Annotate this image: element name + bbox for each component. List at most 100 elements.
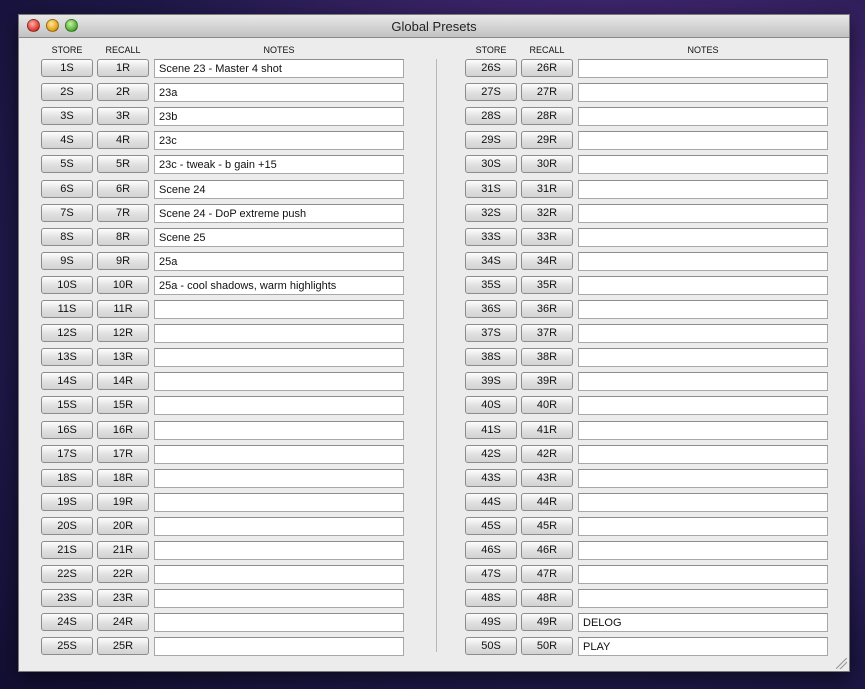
store-button[interactable]: 16S [41, 420, 93, 439]
notes-field[interactable] [578, 516, 828, 536]
store-button[interactable]: 13S [41, 348, 93, 367]
store-button[interactable]: 1S [41, 59, 93, 77]
recall-button[interactable]: 42R [521, 444, 573, 463]
store-button[interactable]: 3S [41, 107, 93, 126]
notes-field[interactable]: 25a - cool shadows, warm highlights [154, 275, 404, 295]
recall-button[interactable]: 18R [97, 468, 149, 487]
store-button[interactable]: 34S [465, 251, 517, 270]
recall-button[interactable]: 46R [521, 541, 573, 559]
store-button[interactable]: 47S [465, 565, 517, 584]
notes-field[interactable] [154, 492, 404, 512]
notes-field[interactable]: Scene 24 [154, 179, 404, 199]
notes-field[interactable] [154, 396, 404, 416]
store-button[interactable]: 12S [41, 324, 93, 343]
store-button[interactable]: 8S [41, 227, 93, 246]
store-button[interactable]: 11S [41, 300, 93, 318]
recall-button[interactable]: 27R [521, 83, 573, 102]
store-button[interactable]: 2S [41, 83, 93, 102]
recall-button[interactable]: 48R [521, 589, 573, 608]
store-button[interactable]: 7S [41, 203, 93, 222]
notes-field[interactable]: 25a [154, 251, 404, 271]
notes-field[interactable] [578, 372, 828, 392]
notes-field[interactable] [578, 541, 828, 560]
store-button[interactable]: 39S [465, 372, 517, 391]
store-button[interactable]: 36S [465, 300, 517, 318]
notes-field[interactable] [578, 83, 828, 103]
notes-field[interactable] [578, 396, 828, 416]
recall-button[interactable]: 7R [97, 203, 149, 222]
store-button[interactable]: 46S [465, 541, 517, 559]
notes-field[interactable] [578, 203, 828, 223]
store-button[interactable]: 20S [41, 516, 93, 535]
recall-button[interactable]: 3R [97, 107, 149, 126]
recall-button[interactable]: 37R [521, 324, 573, 343]
recall-button[interactable]: 2R [97, 83, 149, 102]
notes-field[interactable] [578, 565, 828, 585]
recall-button[interactable]: 29R [521, 131, 573, 150]
recall-button[interactable]: 45R [521, 516, 573, 535]
recall-button[interactable]: 32R [521, 203, 573, 222]
store-button[interactable]: 38S [465, 348, 517, 367]
recall-button[interactable]: 44R [521, 492, 573, 511]
store-button[interactable]: 33S [465, 227, 517, 246]
store-button[interactable]: 32S [465, 203, 517, 222]
notes-field[interactable] [578, 107, 828, 127]
notes-field[interactable]: 23a [154, 83, 404, 103]
notes-field[interactable]: 23b [154, 107, 404, 127]
store-button[interactable]: 28S [465, 107, 517, 126]
notes-field[interactable] [154, 348, 404, 368]
notes-field[interactable] [154, 324, 404, 344]
notes-field[interactable] [154, 565, 404, 585]
notes-field[interactable] [154, 637, 404, 657]
recall-button[interactable]: 34R [521, 251, 573, 270]
store-button[interactable]: 9S [41, 251, 93, 270]
recall-button[interactable]: 28R [521, 107, 573, 126]
notes-field[interactable] [154, 444, 404, 464]
recall-button[interactable]: 1R [97, 59, 149, 77]
recall-button[interactable]: 9R [97, 251, 149, 270]
store-button[interactable]: 19S [41, 492, 93, 511]
store-button[interactable]: 48S [465, 589, 517, 608]
recall-button[interactable]: 41R [521, 420, 573, 439]
notes-field[interactable]: Scene 24 - DoP extreme push [154, 203, 404, 223]
notes-field[interactable] [578, 468, 828, 488]
recall-button[interactable]: 25R [97, 637, 149, 656]
recall-button[interactable]: 20R [97, 516, 149, 535]
recall-button[interactable]: 4R [97, 131, 149, 150]
notes-field[interactable] [578, 300, 828, 319]
notes-field[interactable] [578, 589, 828, 609]
store-button[interactable]: 6S [41, 179, 93, 198]
store-button[interactable]: 40S [465, 396, 517, 415]
store-button[interactable]: 10S [41, 275, 93, 294]
notes-field[interactable] [578, 251, 828, 271]
store-button[interactable]: 27S [465, 83, 517, 102]
notes-field[interactable] [578, 492, 828, 512]
notes-field[interactable]: Scene 25 [154, 227, 404, 247]
store-button[interactable]: 31S [465, 179, 517, 198]
notes-field[interactable]: Scene 23 - Master 4 shot [154, 59, 404, 78]
title-bar[interactable]: Global Presets [19, 15, 849, 38]
recall-button[interactable]: 14R [97, 372, 149, 391]
recall-button[interactable]: 17R [97, 444, 149, 463]
store-button[interactable]: 21S [41, 541, 93, 559]
notes-field[interactable] [578, 179, 828, 199]
notes-field[interactable] [154, 420, 404, 440]
notes-field[interactable]: 23c [154, 131, 404, 151]
recall-button[interactable]: 38R [521, 348, 573, 367]
store-button[interactable]: 15S [41, 396, 93, 415]
recall-button[interactable]: 6R [97, 179, 149, 198]
notes-field[interactable] [578, 420, 828, 440]
recall-button[interactable]: 21R [97, 541, 149, 559]
store-button[interactable]: 50S [465, 637, 517, 656]
notes-field[interactable]: PLAY [578, 637, 828, 657]
store-button[interactable]: 42S [465, 444, 517, 463]
store-button[interactable]: 30S [465, 155, 517, 174]
notes-field[interactable] [154, 589, 404, 609]
recall-button[interactable]: 24R [97, 613, 149, 632]
store-button[interactable]: 14S [41, 372, 93, 391]
notes-field[interactable] [154, 300, 404, 319]
store-button[interactable]: 37S [465, 324, 517, 343]
recall-button[interactable]: 36R [521, 300, 573, 318]
recall-button[interactable]: 12R [97, 324, 149, 343]
recall-button[interactable]: 40R [521, 396, 573, 415]
